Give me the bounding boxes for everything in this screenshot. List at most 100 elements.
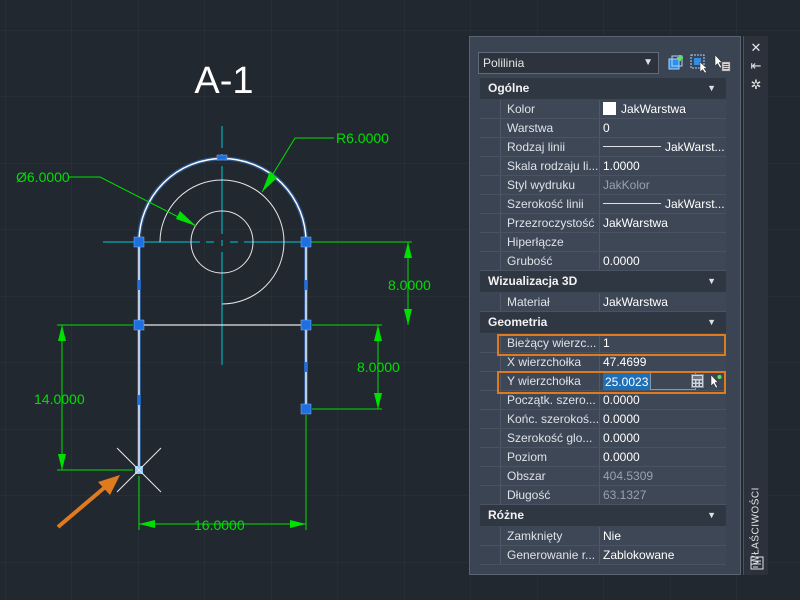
property-value: 0.0000 xyxy=(600,252,726,270)
bottom-width-dimension-label[interactable]: 16.0000 xyxy=(194,517,245,533)
property-row-area[interactable]: Obszar 404.5309 xyxy=(480,467,726,486)
property-name: Końc. szerokoś... xyxy=(500,410,600,428)
section-misc-title: Różne xyxy=(488,508,524,522)
property-row-vertex-x[interactable]: X wierzchołka 47.4699 xyxy=(480,353,726,372)
linetype-sample xyxy=(603,146,661,147)
color-swatch xyxy=(603,102,616,115)
property-row-lineweight[interactable]: Szerokość linii JakWarst... xyxy=(480,195,726,214)
object-type-value: Polilinia xyxy=(483,56,525,70)
property-value xyxy=(600,233,726,251)
property-row-vertex-y[interactable]: Y wierzchołka 25.0023 xyxy=(480,372,726,391)
diameter-dimension-label[interactable]: Ø6.0000 xyxy=(16,169,70,185)
auto-hide-icon[interactable]: ⇤ xyxy=(748,58,764,74)
property-value: JakWarstwa xyxy=(621,102,686,116)
property-name: X wierzchołka xyxy=(500,353,600,371)
property-value: 1 xyxy=(600,334,726,352)
radius-dimension-label[interactable]: R6.0000 xyxy=(336,130,389,146)
section-3d-visualization-title: Wizualizacja 3D xyxy=(488,274,578,288)
property-value: 404.5309 xyxy=(600,467,726,485)
toggle-pickadd-icon[interactable] xyxy=(712,53,732,73)
property-value: JakWarst... xyxy=(665,197,725,211)
property-name: Obszar xyxy=(500,467,600,485)
property-name: Warstwa xyxy=(500,119,600,137)
property-name: Hiperłącze xyxy=(500,233,600,251)
property-row-closed[interactable]: Zamknięty Nie xyxy=(480,527,726,546)
property-name: Szerokość glo... xyxy=(500,429,600,447)
property-row-global-width[interactable]: Szerokość glo... 0.0000 xyxy=(480,429,726,448)
pick-point-icon[interactable] xyxy=(709,374,722,389)
property-row-length[interactable]: Długość 63.1327 xyxy=(480,486,726,505)
section-general-title: Ogólne xyxy=(488,81,530,95)
vertex-y-input[interactable]: 25.0023 xyxy=(603,373,651,390)
property-value: 0.0000 xyxy=(600,448,726,466)
property-row-start-width[interactable]: Początk. szero... 0.0000 xyxy=(480,391,726,410)
property-value: JakWarstwa xyxy=(600,214,726,232)
property-row-layer[interactable]: Warstwa 0 xyxy=(480,119,726,138)
chevron-down-icon: ▼ xyxy=(643,57,653,68)
lineweight-sample xyxy=(603,203,661,204)
property-value: 0.0000 xyxy=(600,410,726,428)
property-row-material[interactable]: Materiał JakWarstwa xyxy=(480,293,726,312)
palette-title: WŁAŚCIWOŚCI xyxy=(750,487,762,565)
collapse-icon: ▼ xyxy=(707,317,716,327)
right-upper-dimension-label[interactable]: 8.0000 xyxy=(388,277,431,293)
quick-select-icon[interactable] xyxy=(666,53,686,73)
property-row-color[interactable]: Kolor JakWarstwa xyxy=(480,100,726,119)
settings-icon[interactable]: ✲ xyxy=(748,77,764,93)
object-type-dropdown[interactable]: Polilinia ▼ xyxy=(478,52,659,74)
properties-grid: Ogólne ▼ Kolor JakWarstwa Warstwa 0 Rodzaj… xyxy=(480,78,726,565)
property-value: Zablokowane xyxy=(600,546,726,564)
calculator-icon[interactable] xyxy=(691,374,704,388)
collapse-icon: ▼ xyxy=(707,510,716,520)
property-name: Szerokość linii xyxy=(500,195,600,213)
property-name: Materiał xyxy=(500,293,600,311)
property-value: 0.0000 xyxy=(600,391,726,409)
property-name: Kolor xyxy=(500,100,600,118)
close-icon[interactable]: ✕ xyxy=(748,40,764,56)
property-name: Bieżący wierzc... xyxy=(500,334,600,352)
property-name: Długość xyxy=(500,486,600,504)
property-name: Skala rodzaju li... xyxy=(500,157,600,175)
property-name: Zamknięty xyxy=(500,527,600,545)
property-value: 63.1327 xyxy=(600,486,726,504)
property-row-linetype-generation[interactable]: Generowanie r... Zablokowane xyxy=(480,546,726,565)
property-row-current-vertex[interactable]: Bieżący wierzc... 1 xyxy=(480,334,726,353)
property-row-linetype-scale[interactable]: Skala rodzaju li... 1.0000 xyxy=(480,157,726,176)
right-lower-dimension-label[interactable]: 8.0000 xyxy=(357,359,400,375)
property-name: Przezroczystość xyxy=(500,214,600,232)
property-row-elevation[interactable]: Poziom 0.0000 xyxy=(480,448,726,467)
property-value: 0.0000 xyxy=(600,429,726,447)
property-value: JakWarst... xyxy=(665,140,725,154)
property-value: Nie xyxy=(600,527,726,545)
select-objects-icon[interactable] xyxy=(689,53,709,73)
property-row-thickness[interactable]: Grubość 0.0000 xyxy=(480,252,726,271)
property-row-end-width[interactable]: Końc. szerokoś... 0.0000 xyxy=(480,410,726,429)
property-name: Początk. szero... xyxy=(500,391,600,409)
drawing-title[interactable]: A-1 xyxy=(194,60,253,102)
property-row-linetype[interactable]: Rodzaj linii JakWarst... xyxy=(480,138,726,157)
property-row-transparency[interactable]: Przezroczystość JakWarstwa xyxy=(480,214,726,233)
section-geometry-header[interactable]: Geometria ▼ xyxy=(480,312,726,334)
collapse-icon: ▼ xyxy=(707,276,716,286)
property-value: JakWarstwa xyxy=(600,293,726,311)
property-name: Poziom xyxy=(500,448,600,466)
section-3d-visualization-header[interactable]: Wizualizacja 3D ▼ xyxy=(480,271,726,293)
property-name: Styl wydruku xyxy=(500,176,600,194)
palette-title-bar[interactable]: ✕ ⇤ ✲ WŁAŚCIWOŚCI xyxy=(743,36,768,575)
section-general-header[interactable]: Ogólne ▼ xyxy=(480,78,726,100)
property-value: 0 xyxy=(600,119,726,137)
palette-menu-icon[interactable] xyxy=(750,556,764,570)
property-name: Generowanie r... xyxy=(500,546,600,564)
collapse-icon: ▼ xyxy=(707,83,716,93)
property-value: 1.0000 xyxy=(600,157,726,175)
property-name: Rodzaj linii xyxy=(500,138,600,156)
vertex-y-input-box[interactable] xyxy=(650,372,697,390)
property-row-hyperlink[interactable]: Hiperłącze xyxy=(480,233,726,252)
section-geometry-title: Geometria xyxy=(488,315,548,329)
property-name: Y wierzchołka xyxy=(500,372,600,390)
property-row-plot-style[interactable]: Styl wydruku JakKolor xyxy=(480,176,726,195)
property-value: JakKolor xyxy=(600,176,726,194)
property-value: 47.4699 xyxy=(600,353,726,371)
left-height-dimension-label[interactable]: 14.0000 xyxy=(34,391,85,407)
section-misc-header[interactable]: Różne ▼ xyxy=(480,505,726,527)
